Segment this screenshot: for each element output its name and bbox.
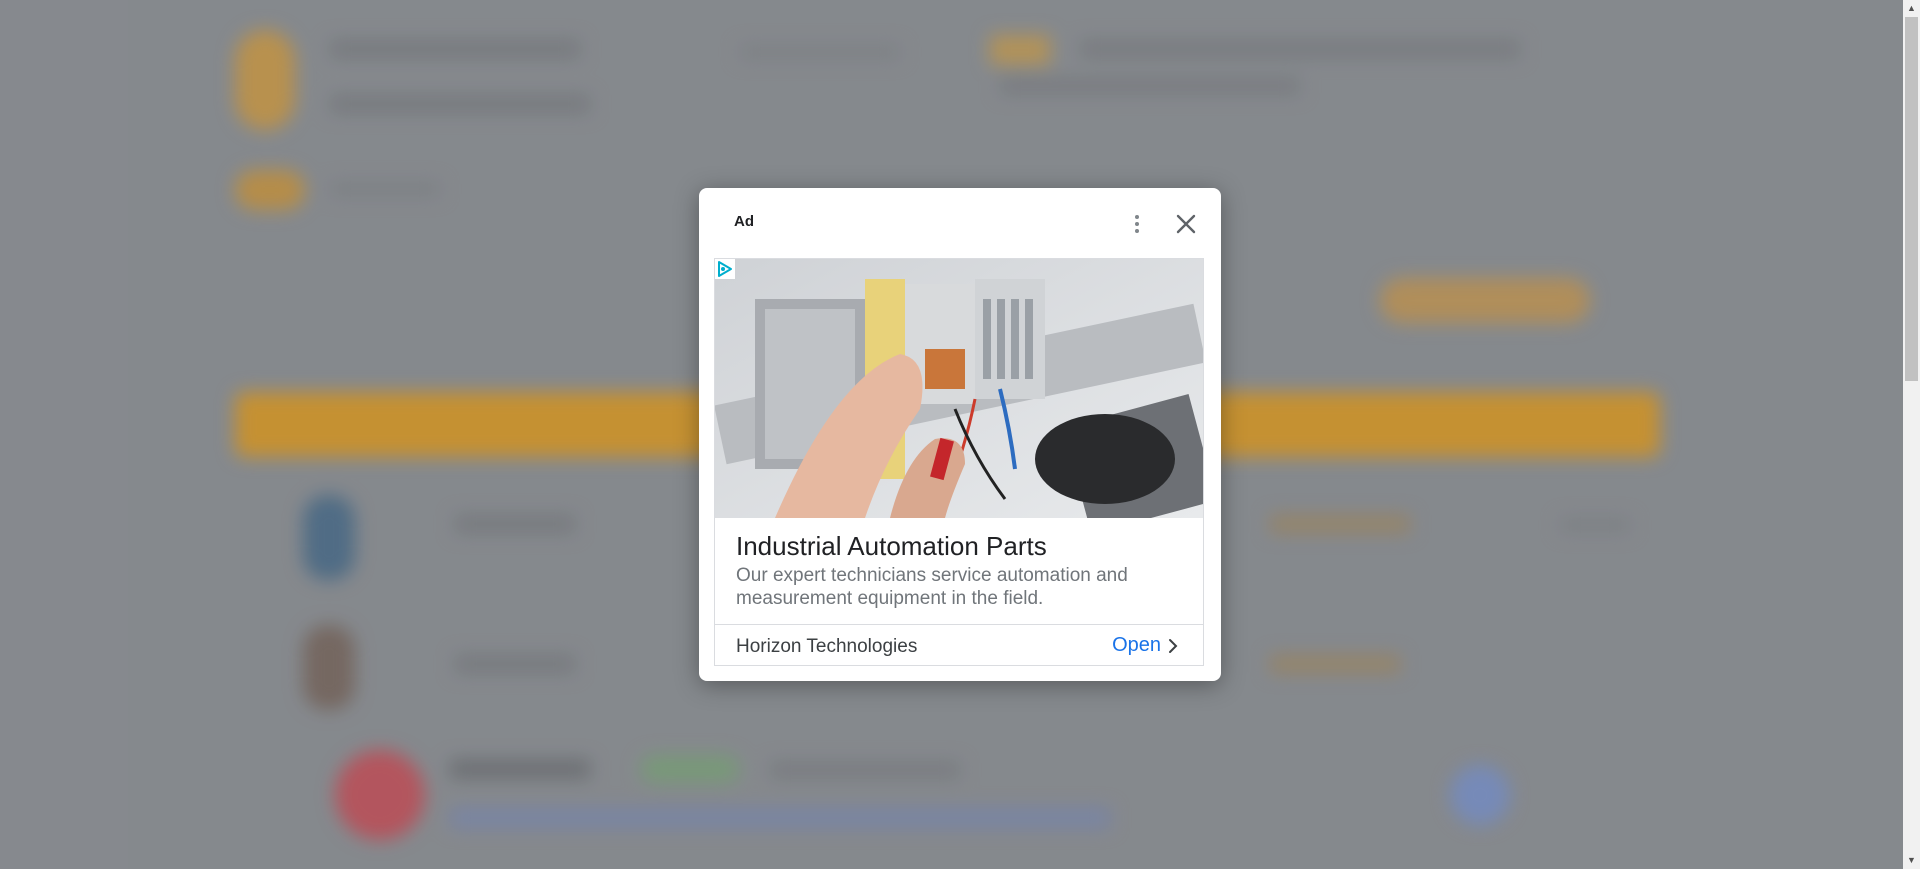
scrollbar-thumb[interactable] [1905,17,1918,381]
adchoices-icon[interactable] [715,259,735,279]
chevron-right-icon [1169,638,1178,653]
ad-image[interactable] [715,259,1204,518]
advertiser-name: Horizon Technologies [736,636,918,657]
scroll-down-arrow-icon[interactable]: ▼ [1903,852,1920,869]
ad-label: Ad [734,213,754,230]
ad-description: Our expert technicians service automatio… [736,565,1128,609]
more-vert-icon[interactable] [1127,212,1147,236]
ad-dialog: Ad Industrial Automation Parts Our exper… [699,188,1221,681]
open-button[interactable]: Open [1112,634,1179,657]
ad-footer[interactable]: Horizon Technologies Open [715,624,1203,665]
ad-card[interactable]: Industrial Automation Parts Our expert t… [714,258,1204,666]
open-button-label: Open [1112,634,1161,656]
ad-title[interactable]: Industrial Automation Parts [736,531,1047,562]
close-icon[interactable] [1172,210,1200,238]
vertical-scrollbar[interactable]: ▲ ▼ [1903,0,1920,869]
scroll-up-arrow-icon[interactable]: ▲ [1903,0,1920,17]
